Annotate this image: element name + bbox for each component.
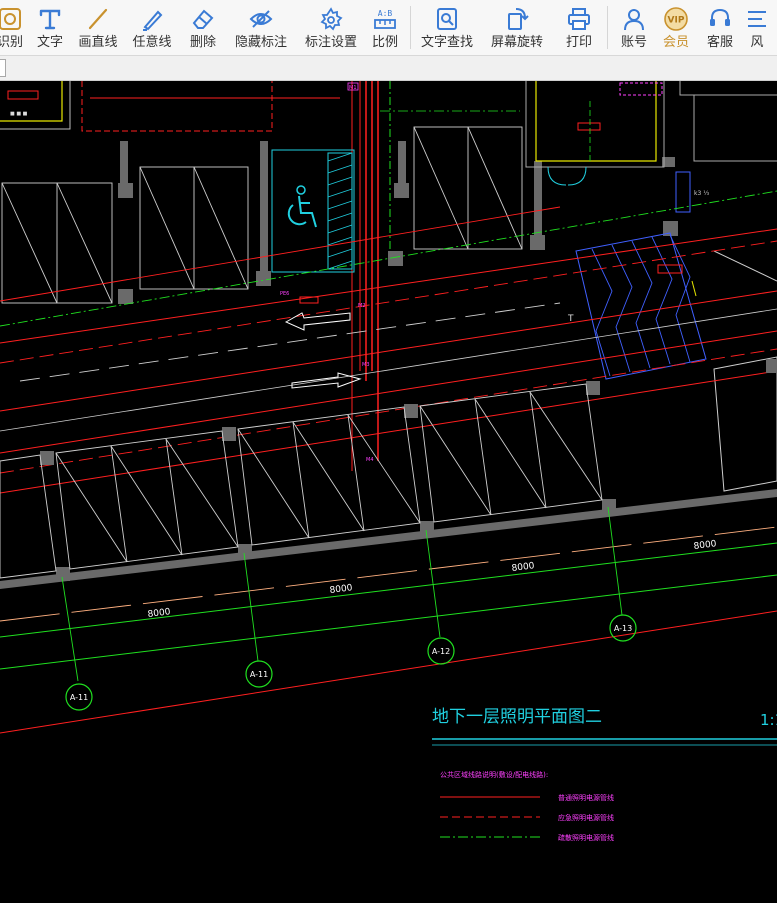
draw-line-label: 画直线 [78,34,118,49]
text-search-label: 文字查找 [420,34,473,49]
vip-icon: VIP [664,7,688,31]
rotate-screen-icon [508,8,529,30]
eye-hide-icon [249,10,273,28]
red-dashed-enclosure [81,81,273,132]
scale-icon: A:B [374,9,396,29]
rotate-screen-button[interactable]: 屏幕旋转 [477,0,557,55]
svg-text:■ ■ ■: ■ ■ ■ [10,111,28,117]
dim-label-3: 8000 [511,561,535,574]
cad-viewer-app: 识别 文字 画直线 任意线 删除 [0,0,777,903]
scale-button[interactable]: A:B 比例 [366,0,404,55]
recognize-icon [0,8,21,30]
annotation-settings-button[interactable]: 标注设置 [296,0,366,55]
recognize-button[interactable]: 识别 [0,0,28,55]
text-label: 文字 [36,34,63,49]
freehand-label: 任意线 [132,34,172,49]
rotate-screen-label: 屏幕旋转 [490,34,543,49]
legend-text-evacuation: 疏散照明电源管线 [558,833,614,842]
drawing-title-block: 地下一层照明平面图二 1:1 [432,707,777,746]
freehand-line-button[interactable]: 任意线 [124,0,180,55]
toolbar-separator [410,6,411,49]
axis-label-1: A-11 [70,693,88,702]
drawing-title: 地下一层照明平面图二 [432,707,602,727]
print-label: 打印 [565,34,592,49]
columns-row-2 [40,359,777,581]
account-icon [624,9,644,31]
legend-text-emergency: 应急照明电源管线 [558,813,614,822]
headset-icon [710,8,730,26]
scale-label: 比例 [371,34,398,49]
customer-service-button[interactable]: 客服 [698,0,742,55]
secondary-toolbar [0,56,777,81]
panel-toggle-handle[interactable] [0,59,6,77]
legend: 公共区域线路说明(敷设/配电线路): 普通照明电源管线 应急照明电源管线 疏散照… [440,770,614,842]
dim-label-4: 8000 [693,539,717,552]
svg-text:A:B: A:B [378,9,393,18]
main-toolbar: 识别 文字 画直线 任意线 删除 [0,0,777,56]
tag-t: T [567,314,574,324]
room-top-right: k3 ⅓ [525,81,777,213]
style-label: 风 [750,34,764,49]
printer-icon [568,8,590,30]
dim-label-1: 8000 [147,607,171,620]
account-label: 账号 [620,34,647,49]
delete-button[interactable]: 删除 [180,0,226,55]
hide-annotation-button[interactable]: 隐藏标注 [226,0,296,55]
axis-label-4: A-13 [614,624,632,633]
member-button[interactable]: VIP 会员 [654,0,698,55]
right-building-outline [713,356,777,492]
axis-label-3: A-12 [432,647,450,656]
customer-service-label: 客服 [706,34,733,49]
dim-label-2: 8000 [329,583,353,596]
text-tool-icon [39,9,61,30]
legend-text-normal: 普通照明电源管线 [558,793,614,802]
settings-icon [320,7,343,31]
style-icon [748,11,766,27]
recognize-label: 识别 [0,34,23,49]
text-button[interactable]: 文字 [28,0,72,55]
axis-bubbles: A-11 A-11 A-12 A-13 [65,614,637,711]
right-road-edge [713,250,777,282]
svg-text:VIP: VIP [668,16,685,26]
room-top-left: ■ ■ ■ [0,81,71,130]
draw-line-button[interactable]: 画直线 [72,0,124,55]
delete-label: 删除 [189,34,216,49]
vertical-riser: M1 [347,81,391,471]
traffic-arrows: PE6 M2 M3 M4 T [280,291,574,463]
riser-tag-top: M1 [349,85,357,91]
line-tool-icon [88,8,108,30]
drive-aisle-circuits [0,190,777,494]
axis-label-2: A-11 [250,670,268,679]
hatched-ramp [575,232,707,380]
member-label: 会员 [662,34,689,49]
annotation-settings-label: 标注设置 [304,34,357,49]
floor-plan-drawing: ■ ■ ■ M1 k3 ⅓ PE6 M2 M3 M4 T 8000 8000 8… [0,81,777,842]
toolbar-separator [607,6,608,49]
tag-pe: PE6 [280,291,289,297]
eraser-icon [192,9,214,29]
account-button[interactable]: 账号 [614,0,654,55]
text-search-button[interactable]: 文字查找 [417,0,477,55]
drawing-canvas[interactable]: ■ ■ ■ M1 k3 ⅓ PE6 M2 M3 M4 T 8000 8000 8… [0,81,777,903]
drawing-scale: 1:1 [760,711,777,729]
text-search-icon [437,8,457,30]
print-button[interactable]: 打印 [557,0,601,55]
side-dim-label: k3 ⅓ [694,190,709,197]
style-button[interactable]: 风 [742,0,772,55]
tag-m4: M4 [366,457,374,463]
hide-annotation-label: 隐藏标注 [234,34,287,49]
freehand-icon [143,10,163,31]
tag-m2: M2 [358,303,366,309]
tag-m3: M3 [362,362,370,368]
legend-heading: 公共区域线路说明(敷设/配电线路): [440,770,548,779]
